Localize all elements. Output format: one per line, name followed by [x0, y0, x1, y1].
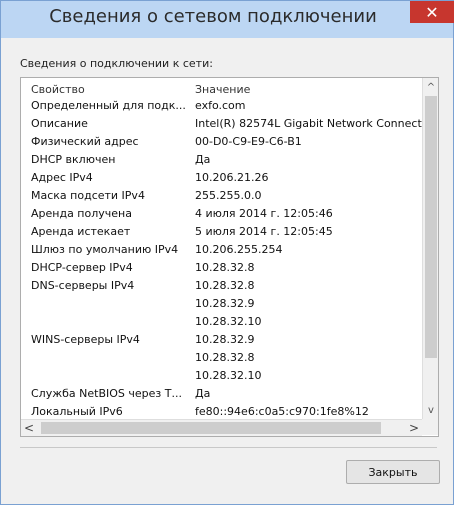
title-bar[interactable]: Сведения о сетевом подключении ✕ — [1, 1, 454, 38]
divider — [20, 447, 437, 448]
list-item[interactable]: Аренда истекает 5 июля 2014 г. 12:05:45 — [21, 223, 422, 241]
property-value: 10.28.32.10 — [195, 315, 262, 328]
property-value: 4 июля 2014 г. 12:05:46 — [195, 207, 333, 220]
details-caption: Сведения о подключении к сети: — [20, 57, 213, 70]
list-item[interactable]: Адрес IPv4 10.206.21.26 — [21, 169, 422, 187]
property-name: DHCP-сервер IPv4 — [31, 261, 133, 274]
list-item[interactable]: Шлюз по умолчанию IPv4 10.206.255.254 — [21, 241, 422, 259]
list-header: Свойство Значение — [21, 78, 422, 96]
list-item[interactable]: Маска подсети IPv4 255.255.0.0 — [21, 187, 422, 205]
property-value: 10.28.32.8 — [195, 261, 255, 274]
list-item[interactable]: DHCP включен Да — [21, 151, 422, 169]
property-value: 10.206.255.254 — [195, 243, 283, 256]
list-item[interactable]: WINS-серверы IPv4 10.28.32.9 — [21, 331, 422, 349]
list-item[interactable]: DHCP-сервер IPv4 10.28.32.8 — [21, 259, 422, 277]
list-item[interactable]: 10.28.32.9 — [21, 295, 422, 313]
property-value: 00-D0-C9-E9-C6-B1 — [195, 135, 302, 148]
column-header-property[interactable]: Свойство — [31, 83, 85, 96]
list-item[interactable]: 10.28.32.10 — [21, 313, 422, 331]
property-name: Определенный для подк... — [31, 99, 186, 112]
details-list[interactable]: Свойство Значение Определенный для подк.… — [20, 77, 439, 437]
horizontal-scroll-thumb[interactable] — [41, 422, 381, 434]
list-item[interactable]: 10.28.32.8 — [21, 349, 422, 367]
property-value: Да — [195, 153, 211, 166]
scroll-right-icon[interactable]: > — [406, 420, 422, 436]
property-value: fe80::94e6:c0a5:c970:1fe8%12 — [195, 405, 369, 418]
property-value: Intel(R) 82574L Gigabit Network Connecti… — [195, 117, 425, 130]
property-name: DHCP включен — [31, 153, 116, 166]
property-value: 10.28.32.9 — [195, 297, 255, 310]
vertical-scroll-thumb[interactable] — [425, 96, 437, 358]
list-item[interactable]: Аренда получена 4 июля 2014 г. 12:05:46 — [21, 205, 422, 223]
property-name: Шлюз по умолчанию IPv4 — [31, 243, 179, 256]
list-item[interactable]: Определенный для подк... exfo.com — [21, 97, 422, 115]
scroll-up-icon[interactable]: ^ — [423, 78, 438, 96]
list-item[interactable]: DNS-серверы IPv4 10.28.32.8 — [21, 277, 422, 295]
property-value: 10.28.32.8 — [195, 351, 255, 364]
close-button[interactable]: Закрыть — [346, 460, 440, 484]
list-item[interactable]: Служба NetBIOS через Т... Да — [21, 385, 422, 403]
horizontal-scrollbar[interactable]: < > — [21, 419, 422, 436]
property-value: 10.28.32.9 — [195, 333, 255, 346]
property-value: 10.28.32.10 — [195, 369, 262, 382]
vertical-scrollbar[interactable]: ^ v — [422, 78, 438, 419]
scroll-left-icon[interactable]: < — [21, 420, 37, 436]
property-name: Аренда получена — [31, 207, 132, 220]
property-value: 255.255.0.0 — [195, 189, 262, 202]
property-value: 10.28.32.8 — [195, 279, 255, 292]
list-item[interactable]: Описание Intel(R) 82574L Gigabit Network … — [21, 115, 425, 133]
list-item[interactable]: Физический адрес 00-D0-C9-E9-C6-B1 — [21, 133, 422, 151]
property-name: Маска подсети IPv4 — [31, 189, 145, 202]
scroll-corner — [422, 419, 438, 435]
window-title: Сведения о сетевом подключении — [49, 6, 377, 27]
property-value: 5 июля 2014 г. 12:05:45 — [195, 225, 333, 238]
column-header-value[interactable]: Значение — [195, 83, 250, 96]
property-name: Служба NetBIOS через Т... — [31, 387, 182, 400]
property-name: DNS-серверы IPv4 — [31, 279, 135, 292]
property-value: 10.206.21.26 — [195, 171, 269, 184]
property-value: Да — [195, 387, 211, 400]
property-name: Адрес IPv4 — [31, 171, 93, 184]
property-name: WINS-серверы IPv4 — [31, 333, 140, 346]
scroll-down-icon[interactable]: v — [423, 401, 438, 419]
property-name: Описание — [31, 117, 88, 130]
property-name: Локальный IPv6 — [31, 405, 123, 418]
property-value: exfo.com — [195, 99, 246, 112]
property-name: Аренда истекает — [31, 225, 131, 238]
close-icon[interactable]: ✕ — [410, 1, 454, 23]
list-item[interactable]: 10.28.32.10 — [21, 367, 422, 385]
property-name: Физический адрес — [31, 135, 139, 148]
list-rows: Определенный для подк... exfo.com Описание… — [21, 97, 425, 421]
